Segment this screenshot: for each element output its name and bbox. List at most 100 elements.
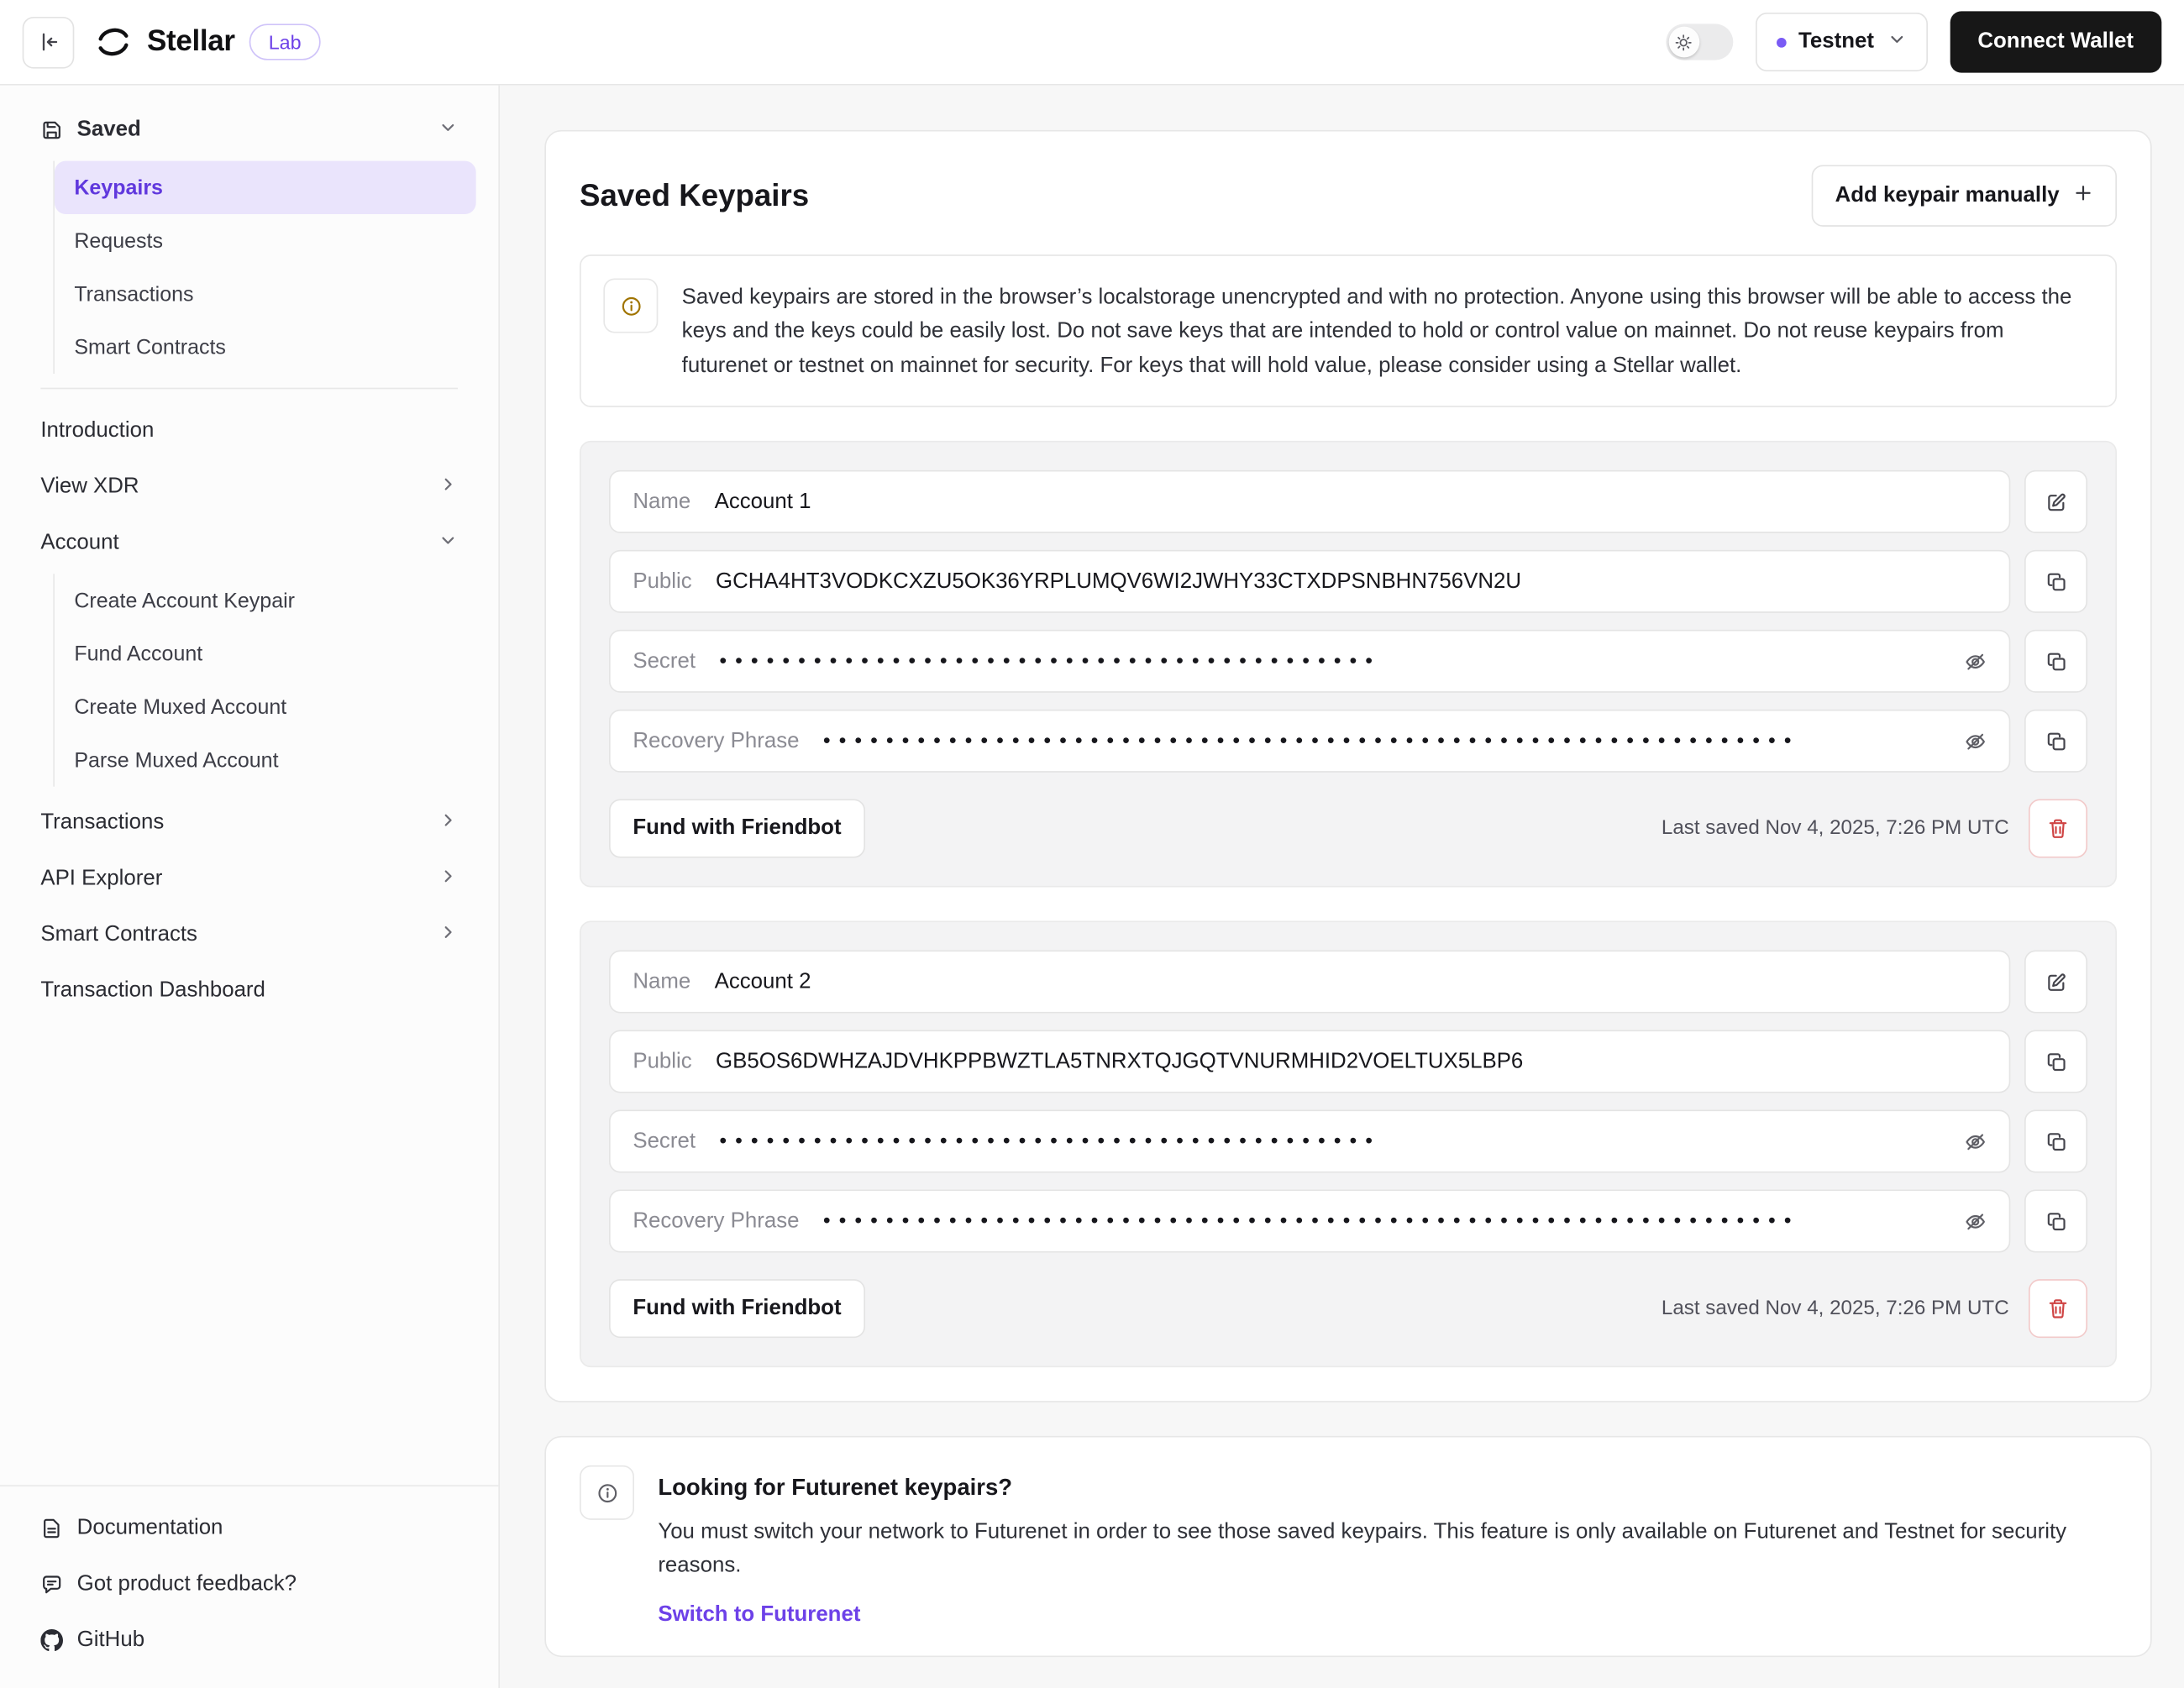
delete-keypair-button[interactable] [2029, 799, 2087, 858]
futurenet-note-card: Looking for Futurenet keypairs? You must… [544, 1437, 2151, 1658]
sun-icon [1668, 27, 1699, 58]
futurenet-note-title: Looking for Futurenet keypairs? [658, 1476, 2100, 1502]
sidebar-item-create-account-keypair[interactable]: Create Account Keypair [55, 574, 476, 626]
saved-keypairs-card: Saved Keypairs Add keypair manually Save… [544, 130, 2151, 1403]
copy-public-button[interactable] [2024, 1030, 2087, 1093]
recovery-phrase-field[interactable]: Recovery Phrase ••••••••••••••••••••••••… [609, 1190, 2010, 1253]
stellar-logo-icon [94, 23, 134, 62]
last-saved-text: Last saved Nov 4, 2025, 7:26 PM UTC [1662, 818, 2009, 841]
edit-name-button[interactable] [2024, 951, 2087, 1014]
delete-keypair-button[interactable] [2029, 1280, 2087, 1339]
copy-icon [2045, 1211, 2067, 1234]
saved-sub-list: Keypairs Requests Transactions Smart Con… [53, 161, 475, 374]
account-sub-list: Create Account Keypair Fund Account Crea… [53, 574, 475, 786]
sidebar-item-account[interactable]: Account [23, 515, 476, 571]
sidebar-footer: Documentation Got product feedback? GitH… [0, 1485, 498, 1668]
lab-badge: Lab [249, 24, 321, 60]
copy-icon [2045, 1131, 2067, 1154]
network-label: Testnet [1798, 29, 1874, 55]
eye-off-icon[interactable] [1964, 1211, 1987, 1234]
brand-name: Stellar [147, 25, 235, 59]
public-key-value: GCHA4HT3VODKCXZU5OK36YRPLUMQV6WI2JWHY33C… [716, 569, 1521, 595]
warning-text: Saved keypairs are stored in the browser… [682, 281, 2093, 384]
keypair-card-account-1: Name Account 1 Public GCHA4HT3VODKCXZU5O… [580, 442, 2117, 889]
fund-with-friendbot-button[interactable]: Fund with Friendbot [609, 799, 865, 858]
eye-off-icon[interactable] [1964, 651, 1987, 674]
public-key-value: GB5OS6DWHZAJDVHKPPBWZTLA5TNRXTQJGQTVNURM… [716, 1050, 1523, 1075]
sidebar-item-transactions[interactable]: Transactions [23, 795, 476, 852]
sidebar-item-saved-transactions[interactable]: Transactions [55, 267, 476, 320]
sidebar-item-introduction[interactable]: Introduction [23, 403, 476, 459]
keypair-card-account-2: Name Account 2 Public GB5OS6DWHZAJDVHKPP… [580, 921, 2117, 1368]
recovery-phrase-field[interactable]: Recovery Phrase ••••••••••••••••••••••••… [609, 710, 2010, 773]
info-icon [603, 279, 658, 333]
brand: Stellar Lab [94, 23, 321, 62]
sidebar-item-saved-smart-contracts[interactable]: Smart Contracts [55, 321, 476, 374]
sidebar-item-documentation[interactable]: Documentation [23, 1501, 476, 1557]
document-icon [40, 1518, 63, 1540]
edit-icon [2045, 972, 2067, 994]
sidebar-divider [40, 388, 458, 390]
network-selector[interactable]: Testnet [1755, 13, 1927, 71]
copy-public-button[interactable] [2024, 551, 2087, 614]
sidebar: Saved Keypairs Requests Transactions Sma… [0, 86, 500, 1688]
sidebar-item-keypairs[interactable]: Keypairs [55, 161, 476, 214]
chevron-right-icon [438, 474, 458, 501]
public-key-field[interactable]: Public GCHA4HT3VODKCXZU5OK36YRPLUMQV6WI2… [609, 551, 2010, 614]
switch-to-futurenet-link[interactable]: Switch to Futurenet [658, 1603, 860, 1628]
sidebar-item-create-muxed-account[interactable]: Create Muxed Account [55, 680, 476, 733]
info-icon [580, 1466, 634, 1521]
sidebar-item-parse-muxed-account[interactable]: Parse Muxed Account [55, 733, 476, 786]
github-icon [40, 1629, 63, 1652]
sidebar-item-smart-contracts[interactable]: Smart Contracts [23, 907, 476, 963]
main-content: Saved Keypairs Add keypair manually Save… [500, 86, 2184, 1688]
chevron-right-icon [438, 810, 458, 836]
stellar-lab-app: Stellar Lab Testnet Connect Wallet Saved [0, 0, 2184, 1688]
name-value: Account 1 [715, 490, 811, 515]
sidebar-item-api-explorer[interactable]: API Explorer [23, 851, 476, 907]
copy-recovery-button[interactable] [2024, 710, 2087, 773]
trash-icon [2047, 1298, 2070, 1321]
add-keypair-button[interactable]: Add keypair manually [1811, 165, 2117, 227]
edit-icon [2045, 491, 2067, 514]
secret-key-masked: ••••••••••••••••••••••••••••••••••••••••… [719, 650, 1381, 674]
copy-secret-button[interactable] [2024, 631, 2087, 694]
sidebar-item-transaction-dashboard[interactable]: Transaction Dashboard [23, 963, 476, 1020]
fund-with-friendbot-button[interactable]: Fund with Friendbot [609, 1280, 865, 1339]
plus-icon [2073, 183, 2092, 210]
secret-key-masked: ••••••••••••••••••••••••••••••••••••••••… [719, 1130, 1381, 1154]
copy-secret-button[interactable] [2024, 1110, 2087, 1173]
last-saved-text: Last saved Nov 4, 2025, 7:26 PM UTC [1662, 1298, 2009, 1321]
copy-icon [2045, 651, 2067, 674]
chevron-right-icon [438, 866, 458, 893]
chevron-down-icon [438, 117, 458, 144]
collapse-sidebar-button[interactable] [23, 16, 75, 68]
sidebar-item-requests[interactable]: Requests [55, 214, 476, 267]
edit-name-button[interactable] [2024, 471, 2087, 534]
public-key-field[interactable]: Public GB5OS6DWHZAJDVHKPPBWZTLA5TNRXTQJG… [609, 1030, 2010, 1093]
copy-icon [2045, 1051, 2067, 1074]
eye-off-icon[interactable] [1964, 731, 1987, 753]
connect-wallet-button[interactable]: Connect Wallet [1950, 11, 2161, 72]
eye-off-icon[interactable] [1964, 1131, 1987, 1154]
recovery-phrase-masked: ••••••••••••••••••••••••••••••••••••••••… [823, 1210, 1800, 1234]
name-field[interactable]: Name Account 1 [609, 471, 2010, 534]
sidebar-item-fund-account[interactable]: Fund Account [55, 627, 476, 680]
secret-key-field[interactable]: Secret •••••••••••••••••••••••••••••••••… [609, 631, 2010, 694]
network-status-dot [1776, 37, 1786, 47]
saved-label: Saved [77, 118, 141, 143]
theme-toggle[interactable] [1666, 24, 1733, 60]
sidebar-item-saved[interactable]: Saved [23, 102, 476, 159]
copy-recovery-button[interactable] [2024, 1190, 2087, 1253]
header: Stellar Lab Testnet Connect Wallet [0, 0, 2184, 86]
secret-key-field[interactable]: Secret •••••••••••••••••••••••••••••••••… [609, 1110, 2010, 1173]
chat-icon [40, 1573, 63, 1596]
copy-icon [2045, 731, 2067, 753]
sidebar-item-view-xdr[interactable]: View XDR [23, 459, 476, 516]
save-icon [40, 119, 63, 142]
sidebar-item-github[interactable]: GitHub [23, 1612, 476, 1669]
name-field[interactable]: Name Account 2 [609, 951, 2010, 1014]
name-value: Account 2 [715, 970, 811, 995]
sidebar-item-feedback[interactable]: Got product feedback? [23, 1556, 476, 1612]
chevron-right-icon [438, 922, 458, 949]
